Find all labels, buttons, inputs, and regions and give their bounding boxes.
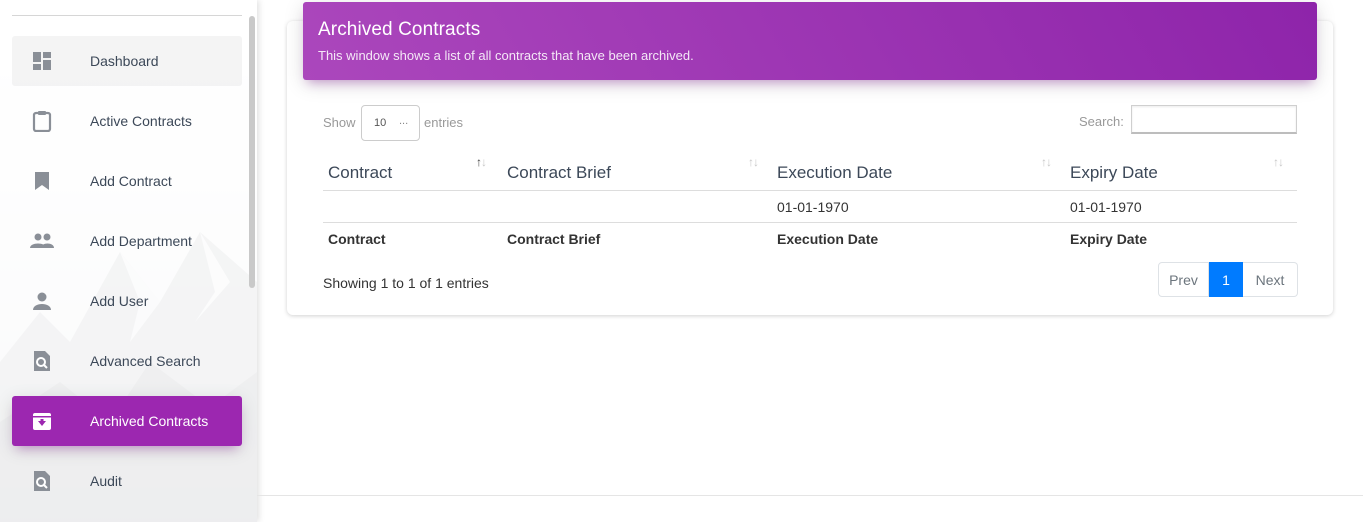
sidebar-item-add-contract[interactable]: Add Contract: [12, 156, 242, 206]
footer-divider: [257, 495, 1363, 496]
sidebar-divider: [12, 15, 242, 16]
footer-contract: Contract: [328, 231, 386, 247]
sidebar-item-archived-contracts[interactable]: Archived Contracts: [12, 396, 242, 446]
table-footer-divider: [323, 222, 1297, 223]
sidebar-item-label: Add Department: [90, 233, 192, 249]
prev-page-button[interactable]: Prev: [1158, 262, 1209, 297]
sort-icon[interactable]: ↑↓: [748, 155, 759, 169]
page-1-button[interactable]: 1: [1209, 262, 1243, 297]
person-icon: [30, 289, 54, 313]
search-input[interactable]: [1131, 105, 1297, 134]
entries-length-value: 10: [374, 117, 387, 129]
sidebar-item-label: Add User: [90, 293, 149, 309]
cell-expiry-date: 01-01-1970: [1070, 199, 1142, 215]
footer-execution-date: Execution Date: [777, 231, 879, 247]
bookmark-icon: [30, 169, 54, 193]
sidebar-item-label: Audit: [90, 473, 122, 489]
table-info: Showing 1 to 1 of 1 entries: [323, 275, 489, 291]
column-header-contract[interactable]: Contract: [328, 163, 392, 183]
sidebar-item-label: Advanced Search: [90, 353, 201, 369]
search-document-icon: [30, 349, 54, 373]
sort-icon[interactable]: ↑↓: [1041, 155, 1052, 169]
sort-icon[interactable]: ↑↓: [1273, 155, 1284, 169]
entries-length-ellipsis: ...: [399, 115, 409, 127]
sidebar-item-add-user[interactable]: Add User: [12, 276, 242, 326]
column-header-expiry-date[interactable]: Expiry Date: [1070, 163, 1158, 183]
column-header-execution-date[interactable]: Execution Date: [777, 163, 892, 183]
people-icon: [30, 229, 54, 253]
sidebar: Dashboard Active Contracts Add Contract …: [0, 0, 257, 522]
show-label: Show: [323, 115, 356, 130]
sidebar-item-label: Add Contract: [90, 173, 172, 189]
archive-icon: [30, 409, 54, 433]
page-title: Archived Contracts: [318, 19, 481, 40]
sidebar-item-audit[interactable]: Audit: [12, 456, 242, 506]
search-label: Search:: [1079, 114, 1124, 129]
column-header-contract-brief[interactable]: Contract Brief: [507, 163, 611, 183]
sidebar-item-label: Archived Contracts: [90, 413, 209, 429]
sort-ascending-icon[interactable]: ↑↓: [476, 155, 487, 169]
sidebar-scrollbar[interactable]: [249, 16, 255, 288]
page-subtitle: This window shows a list of all contract…: [318, 48, 694, 63]
card-header: Archived Contracts This window shows a l…: [303, 2, 1317, 80]
entries-label: entries: [424, 115, 464, 130]
sidebar-item-active-contracts[interactable]: Active Contracts: [12, 96, 242, 146]
cell-execution-date: 01-01-1970: [777, 199, 849, 215]
sidebar-item-dashboard[interactable]: Dashboard: [12, 36, 242, 86]
table-header-divider: [323, 190, 1297, 191]
entries-length-select[interactable]: 10 ...: [361, 105, 420, 141]
search-document-icon: [30, 469, 54, 493]
sidebar-item-add-department[interactable]: Add Department: [12, 216, 242, 266]
footer-expiry-date: Expiry Date: [1070, 231, 1148, 247]
pagination: Prev 1 Next: [1158, 262, 1298, 297]
sidebar-item-label: Active Contracts: [90, 113, 192, 129]
next-page-button[interactable]: Next: [1243, 262, 1298, 297]
clipboard-icon: [30, 109, 54, 133]
dashboard-icon: [30, 49, 54, 73]
sidebar-item-label: Dashboard: [90, 53, 159, 69]
sidebar-item-advanced-search[interactable]: Advanced Search: [12, 336, 242, 386]
footer-contract-brief: Contract Brief: [507, 231, 601, 247]
